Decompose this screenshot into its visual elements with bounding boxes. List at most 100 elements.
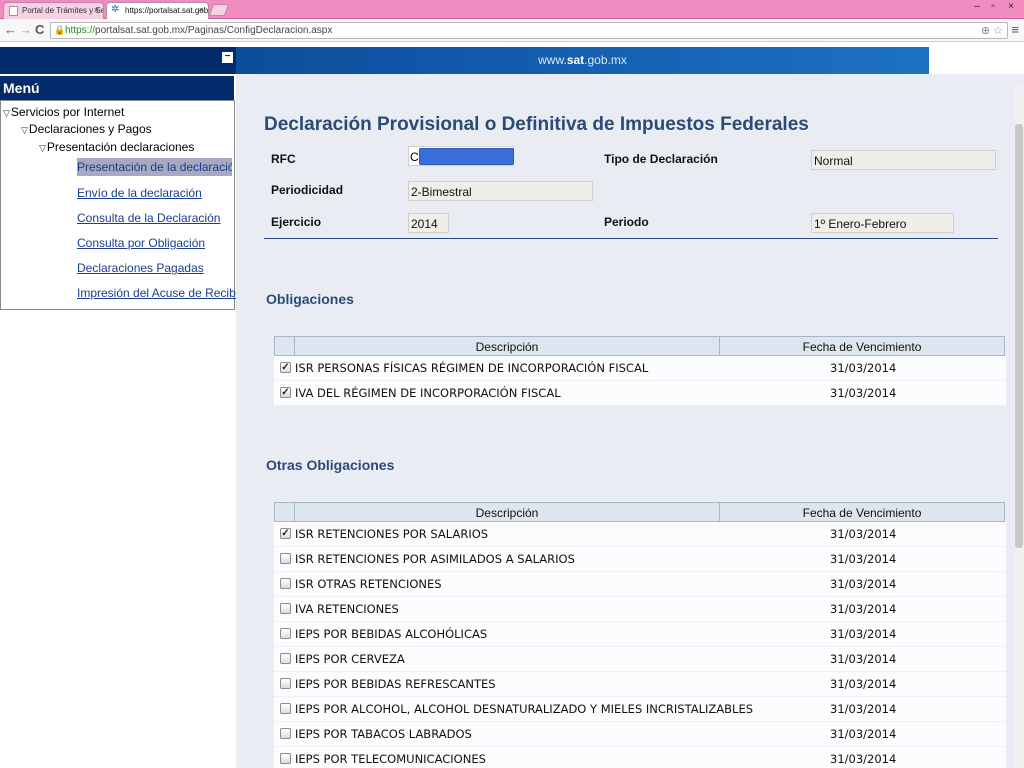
row-fecha-vencimiento: 31/03/2014 — [830, 702, 897, 716]
row-descripcion: IEPS POR CERVEZA — [295, 652, 405, 666]
row-fecha-vencimiento: 31/03/2014 — [830, 727, 897, 741]
descripcion-header: Descripción — [294, 502, 720, 522]
minimize-icon[interactable]: – — [970, 1, 984, 12]
row-checkbox[interactable]: ✓ — [280, 387, 291, 398]
row-checkbox[interactable] — [280, 678, 291, 689]
checkbox-column-header — [274, 502, 295, 522]
ejercicio-label: Ejercicio — [271, 215, 322, 229]
bookmark-star-icon[interactable]: ⊕ ☆ — [981, 24, 1003, 37]
site-url-brand: sat — [566, 53, 585, 67]
new-tab-button[interactable] — [208, 4, 230, 16]
menu-link-presentacion-declaracion[interactable]: Presentación de la declaración — [77, 158, 232, 176]
site-url-suffix: .gob.mx — [584, 53, 627, 67]
row-descripcion: IEPS POR TABACOS LABRADOS — [295, 727, 472, 741]
table-row: IVA RETENCIONES 31/03/2014 — [274, 597, 1006, 622]
close-icon[interactable]: × — [199, 5, 204, 15]
menu-topbar: − — [0, 47, 236, 74]
page-title: Declaración Provisional o Definitiva de … — [264, 114, 809, 135]
tree-node-servicios[interactable]: ▽Servicios por Internet — [3, 105, 124, 119]
menu-header: Menú — [0, 76, 234, 100]
browser-tab-bar: Portal de Trámites y Servi × ✲ https://p… — [0, 0, 1024, 19]
url-input[interactable]: 🔒 https://portalsat.sat.gob.mx/Paginas/C… — [50, 22, 1008, 39]
menu-link-consulta-declaracion[interactable]: Consulta de la Declaración — [77, 211, 220, 225]
periodicidad-field: 2-Bimestral — [408, 181, 593, 201]
window-close-icon[interactable]: × — [1004, 1, 1018, 12]
page-icon — [9, 6, 18, 16]
tree-node-label: Presentación declaraciones — [46, 140, 195, 154]
row-fecha-vencimiento: 31/03/2014 — [830, 602, 897, 616]
tab-title: https://portalsat.sat.gob.m — [125, 6, 209, 15]
row-descripcion: IEPS POR ALCOHOL, ALCOHOL DESNATURALIZAD… — [295, 702, 754, 716]
row-checkbox[interactable] — [280, 653, 291, 664]
url-path: portalsat.sat.gob.mx/Paginas/ConfigDecla… — [95, 25, 333, 36]
back-icon[interactable]: ← — [4, 22, 17, 37]
expand-triangle-icon: ▽ — [3, 108, 10, 118]
row-fecha-vencimiento: 31/03/2014 — [830, 577, 897, 591]
row-checkbox[interactable] — [280, 553, 291, 564]
obligaciones-table: Descripción Fecha de Vencimiento ✓ ISR PE… — [274, 336, 1006, 406]
reload-icon[interactable]: C — [35, 22, 44, 37]
row-fecha-vencimiento: 31/03/2014 — [830, 677, 897, 691]
browser-menu-icon[interactable]: ≡ — [1011, 22, 1019, 37]
row-checkbox[interactable] — [280, 753, 291, 764]
periodo-label: Periodo — [604, 215, 649, 229]
page: − www.sat.gob.mx Menú ▽Servicios por Int… — [0, 42, 1024, 768]
tab-title: Portal de Trámites y Servi — [22, 6, 103, 15]
row-fecha-vencimiento: 31/03/2014 — [830, 552, 897, 566]
close-icon[interactable]: × — [94, 5, 99, 15]
restore-icon[interactable]: ▫ — [986, 1, 1000, 12]
sat-favicon-icon: ✲ — [111, 4, 120, 15]
table-row: ISR OTRAS RETENCIONES 31/03/2014 — [274, 572, 1006, 597]
row-checkbox[interactable] — [280, 578, 291, 589]
checkbox-column-header — [274, 336, 295, 356]
site-banner: www.sat.gob.mx — [236, 47, 929, 74]
lock-icon: 🔒 — [54, 25, 66, 35]
site-url-prefix: www. — [538, 53, 567, 67]
table-row: ✓ ISR PERSONAS FÍSICAS RÉGIMEN DE INCORPO… — [274, 356, 1006, 381]
table-row: IEPS POR CERVEZA 31/03/2014 — [274, 647, 1006, 672]
table-row: ✓ ISR RETENCIONES POR SALARIOS 31/03/2014 — [274, 522, 1006, 547]
table-row: IEPS POR ALCOHOL, ALCOHOL DESNATURALIZAD… — [274, 697, 1006, 722]
row-descripcion: IEPS POR BEBIDAS ALCOHÓLICAS — [295, 627, 488, 641]
otras-obligaciones-title: Otras Obligaciones — [266, 457, 395, 473]
tab-portal-tramites[interactable]: Portal de Trámites y Servi × — [3, 2, 104, 19]
menu-link-consulta-obligacion[interactable]: Consulta por Obligación — [77, 236, 205, 250]
otras-obligaciones-table: Descripción Fecha de Vencimiento ✓ ISR RE… — [274, 502, 1006, 768]
row-checkbox[interactable] — [280, 603, 291, 614]
row-checkbox[interactable] — [280, 628, 291, 639]
row-descripcion: IVA DEL RÉGIMEN DE INCORPORACIÓN FISCAL — [295, 386, 561, 400]
periodo-field: 1º Enero-Febrero — [811, 213, 954, 233]
scrollbar-thumb[interactable] — [1015, 124, 1023, 548]
collapse-menu-button[interactable]: − — [222, 52, 233, 63]
row-checkbox[interactable] — [280, 703, 291, 714]
ejercicio-field: 2014 — [408, 213, 449, 233]
forward-icon[interactable]: → — [19, 22, 32, 37]
menu-link-declaraciones-pagadas[interactable]: Declaraciones Pagadas — [77, 261, 204, 275]
descripcion-header: Descripción — [294, 336, 720, 356]
site-url: www.sat.gob.mx — [236, 53, 929, 67]
tree-node-presentacion[interactable]: ▽Presentación declaraciones — [39, 140, 194, 154]
fecha-header: Fecha de Vencimiento — [719, 502, 1005, 522]
table-row: IEPS POR TELECOMUNICACIONES 31/03/2014 — [274, 747, 1006, 768]
expand-triangle-icon: ▽ — [21, 125, 28, 135]
tipo-declaracion-field: Normal — [811, 150, 996, 170]
row-descripcion: IEPS POR BEBIDAS REFRESCANTES — [295, 677, 496, 691]
divider — [264, 238, 998, 239]
row-checkbox[interactable] — [280, 728, 291, 739]
obligaciones-title: Obligaciones — [266, 291, 354, 307]
menu-link-envio-declaracion[interactable]: Envío de la declaración — [77, 186, 202, 200]
row-checkbox[interactable]: ✓ — [280, 528, 291, 539]
periodicidad-label: Periodicidad — [271, 183, 344, 197]
row-checkbox[interactable]: ✓ — [280, 362, 291, 373]
tree-node-declaraciones[interactable]: ▽Declaraciones y Pagos — [21, 122, 152, 136]
table-row: IEPS POR BEBIDAS ALCOHÓLICAS 31/03/2014 — [274, 622, 1006, 647]
row-descripcion: ISR RETENCIONES POR SALARIOS — [295, 527, 489, 541]
url-scheme: https:// — [65, 25, 96, 36]
tab-portalsat[interactable]: ✲ https://portalsat.sat.gob.m × — [106, 2, 209, 19]
row-fecha-vencimiento: 31/03/2014 — [830, 752, 897, 766]
row-descripcion: ISR OTRAS RETENCIONES — [295, 577, 442, 591]
expand-triangle-icon: ▽ — [39, 143, 46, 153]
menu-link-impresion-acuse[interactable]: Impresión del Acuse de Recibo — [77, 286, 242, 300]
row-descripcion: IEPS POR TELECOMUNICACIONES — [295, 752, 486, 766]
rfc-redaction — [419, 148, 514, 165]
